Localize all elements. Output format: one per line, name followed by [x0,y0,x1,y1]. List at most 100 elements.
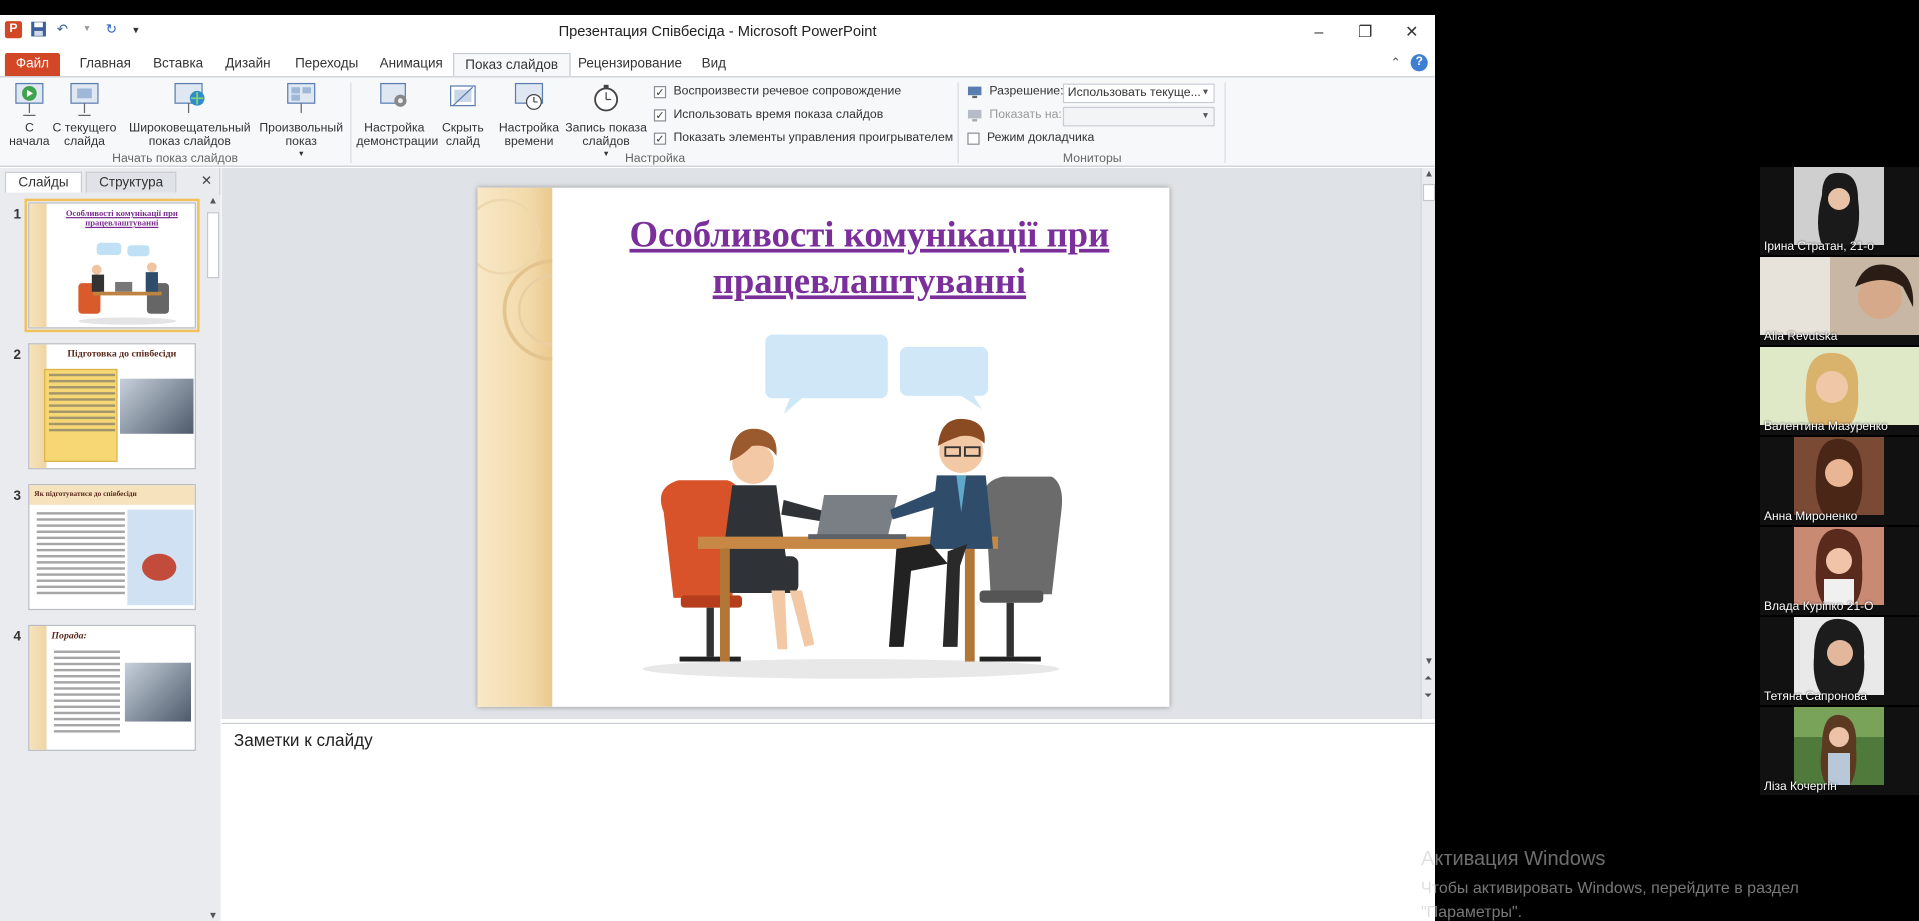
participant-tile[interactable]: Тетяна Сапронова [1760,617,1919,705]
show-on-select[interactable]: ▼ [1062,106,1215,127]
job-interview-illustration-icon [642,334,1063,679]
participant-video [1760,257,1919,335]
slide-thumbnail[interactable]: 2 Підготовка до співбесіди [0,341,203,473]
thumbnail-preview: Особливості комунікації при працевлаштув… [24,198,200,333]
interview-illustration-icon [78,242,177,325]
from-beginning-button[interactable]: С начала [7,81,51,148]
slide-title[interactable]: Особливості комунікації при працевлаштув… [600,212,1139,305]
monitor-icon [967,86,982,98]
projector-current-icon [70,82,99,117]
chevron-down-icon: ▼ [1201,88,1210,98]
participant-tile[interactable]: Валентина Мазуренко [1760,347,1919,435]
projector-play-icon [15,82,44,117]
tab-slides[interactable]: Слайды [4,171,82,193]
decor-circles-icon [477,198,605,361]
group-separator [1224,82,1226,164]
participant-video [1794,437,1884,515]
resolution-label: Разрешение: [967,85,1064,98]
collapse-ribbon-icon[interactable]: ⌃ [1391,56,1401,69]
tab-slide-show[interactable]: Показ слайдов [453,52,571,77]
editor-scrollbar[interactable]: ▲ ▼ ⏶ ⏷ [1420,168,1435,720]
use-timings-checkbox[interactable]: ✓ Использовать время показа слайдов [653,108,883,122]
activation-watermark-title: Активация Windows [1421,848,1606,870]
group-label-start: Начать показ слайдов [112,152,239,166]
participant-video [1794,617,1884,695]
notes-placeholder[interactable]: Заметки к слайду [234,730,373,750]
checkbox-box[interactable]: ✓ [653,131,667,145]
group-label-monitors: Мониторы [1062,152,1122,166]
setup-show-button[interactable]: Настройка демонстрации [356,81,438,148]
hide-slide-button[interactable]: Скрыть слайд [438,81,487,148]
chevron-down-icon: ▼ [1201,111,1210,121]
slide-thumbnail[interactable]: 3 Як підготуватися до співбесіди [0,482,203,614]
title-bar: P ↶ ▼ ↻ ▾ Презентация Співбесіда - Micro… [0,15,1435,50]
scroll-thumb[interactable] [206,212,220,279]
narration-checkbox[interactable]: ✓ Воспроизвести речевое сопровождение [653,85,901,98]
scroll-down-icon[interactable]: ▼ [1424,655,1434,666]
people-photo [120,378,194,434]
group-separator [350,82,352,164]
slide-decor-band [477,187,605,707]
close-button[interactable]: ✕ [1389,15,1435,49]
scroll-up-icon[interactable]: ▲ [208,195,218,206]
tab-file[interactable]: Файл [4,52,61,77]
setup-show-icon [380,82,407,107]
participant-tile[interactable]: Alla Revutska [1760,257,1919,345]
ribbon-slide-show: С начала С текущего слайда Широковещател… [0,76,1435,167]
screen: P ↶ ▼ ↻ ▾ Презентация Співбесіда - Micro… [0,0,1919,921]
help-icon[interactable]: ? [1410,54,1428,72]
record-slide-show-button[interactable]: Запись показа слайдов ▼ [563,81,649,162]
help-area: ⌃ ? [1391,54,1428,72]
tab-animations[interactable]: Анимация [369,53,454,76]
meeting-photo [124,662,192,722]
participant-tile[interactable]: Ліза Кочергін [1760,707,1919,795]
participant-video [1794,167,1884,245]
minimize-button[interactable]: – [1296,15,1343,49]
tab-insert[interactable]: Вставка [142,53,214,76]
ribbon-tabs: Файл Главная Вставка Дизайн Переходы Ани… [0,49,1435,77]
resolution-select[interactable]: Использовать текуще... ▼ [1062,83,1215,104]
slide-thumbnail[interactable]: 1 Особливості комунікації при працевлашт… [0,198,203,333]
slides-panel: Слайды Структура ✕ ▲ ▼ 1 Особливості ком… [0,168,221,921]
next-slide-icon[interactable]: ⏷ [1424,690,1432,702]
tab-outline[interactable]: Структура [85,171,177,193]
participant-video [1794,527,1884,605]
close-panel-icon[interactable]: ✕ [201,173,212,189]
activation-watermark-text-2: "Параметры". [1421,904,1523,921]
media-controls-checkbox[interactable]: ✓ Показать элементы управления проигрыват… [653,131,953,145]
panel-scrollbar[interactable]: ▲ ▼ [205,195,221,921]
tab-review[interactable]: Рецензирование [567,53,693,76]
thumbnail-preview: Порада: [28,624,196,751]
custom-show-button[interactable]: Произвольный показ ▼ [256,81,347,162]
participant-video [1794,707,1884,785]
previous-slide-icon[interactable]: ⏶ [1424,673,1432,685]
scroll-up-icon[interactable]: ▲ [1424,168,1434,179]
presenter-view-checkbox[interactable]: Режим докладчика [967,131,1094,145]
group-label-setup: Настройка [624,152,686,166]
checkbox-box[interactable]: ✓ [653,85,667,98]
scroll-down-icon[interactable]: ▼ [208,910,218,921]
tab-design[interactable]: Дизайн [214,53,281,76]
custom-show-icon [287,82,316,113]
participant-tile[interactable]: Анна Мироненко [1760,437,1919,525]
thumbnail-preview: Як підготуватися до співбесіди [28,483,196,611]
powerpoint-window: P ↶ ▼ ↻ ▾ Презентация Співбесіда - Micro… [0,15,1435,921]
tab-view[interactable]: Вид [691,53,737,76]
show-on-label: Показать на: [967,108,1062,122]
window-controls: – ❐ ✕ [1296,15,1435,49]
scroll-thumb[interactable] [1422,183,1435,202]
slide-thumbnail[interactable]: 4 Порада: [0,622,203,754]
restore-button[interactable]: ❐ [1342,15,1389,49]
group-separator [957,82,959,164]
broadcast-button[interactable]: Широковещательный показ слайдов [126,81,253,148]
checkbox-box[interactable]: ✓ [653,108,667,121]
tab-home[interactable]: Главная [69,53,142,76]
from-current-slide-button[interactable]: С текущего слайда [51,81,117,148]
checkbox-box[interactable] [967,131,980,145]
participant-tile[interactable]: Влада Курiпко 21-О [1760,527,1919,615]
rehearse-timings-button[interactable]: Настройка времени [495,81,564,148]
participant-tile[interactable]: Ірина Стратан, 21-о [1760,167,1919,255]
tab-transitions[interactable]: Переходы [284,53,369,76]
current-slide[interactable]: Особливості комунікації при працевлаштув… [477,187,1170,707]
notes-pane[interactable]: Заметки к слайду [221,722,1435,921]
